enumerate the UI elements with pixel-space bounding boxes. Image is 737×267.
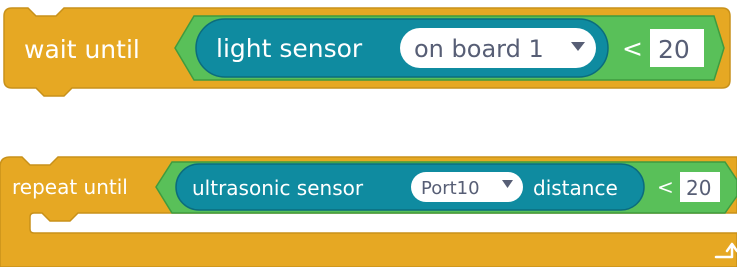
repeat-until-block[interactable]: repeat until ultrasonic sensor Port10 di…	[0, 156, 737, 267]
distance-label: distance	[533, 176, 618, 200]
less-than-symbol: <	[622, 34, 643, 63]
port-dropdown-value: Port10	[421, 178, 480, 199]
board-dropdown[interactable]: on board 1	[400, 28, 596, 68]
threshold-input-2[interactable]: 20	[680, 172, 720, 202]
ultrasonic-sensor-label: ultrasonic sensor	[192, 176, 364, 200]
less-than-operator-2[interactable]: ultrasonic sensor Port10 distance < 20	[155, 161, 737, 214]
light-sensor-reporter[interactable]: light sensor on board 1	[195, 18, 609, 78]
ultrasonic-sensor-reporter[interactable]: ultrasonic sensor Port10 distance	[175, 163, 645, 211]
repeat-until-label: repeat until	[12, 175, 128, 199]
threshold-input[interactable]: 20	[650, 29, 704, 67]
wait-until-block[interactable]: wait until light sensor on board 1 < 20	[3, 7, 731, 97]
threshold-value-2: 20	[686, 176, 711, 200]
wait-until-label: wait until	[24, 35, 140, 64]
less-than-operator[interactable]: light sensor on board 1 < 20	[174, 15, 725, 81]
board-dropdown-value: on board 1	[414, 35, 544, 63]
port-dropdown[interactable]: Port10	[411, 172, 523, 202]
less-than-symbol: <	[657, 175, 674, 199]
light-sensor-label: light sensor	[216, 34, 363, 63]
threshold-value: 20	[658, 35, 690, 64]
